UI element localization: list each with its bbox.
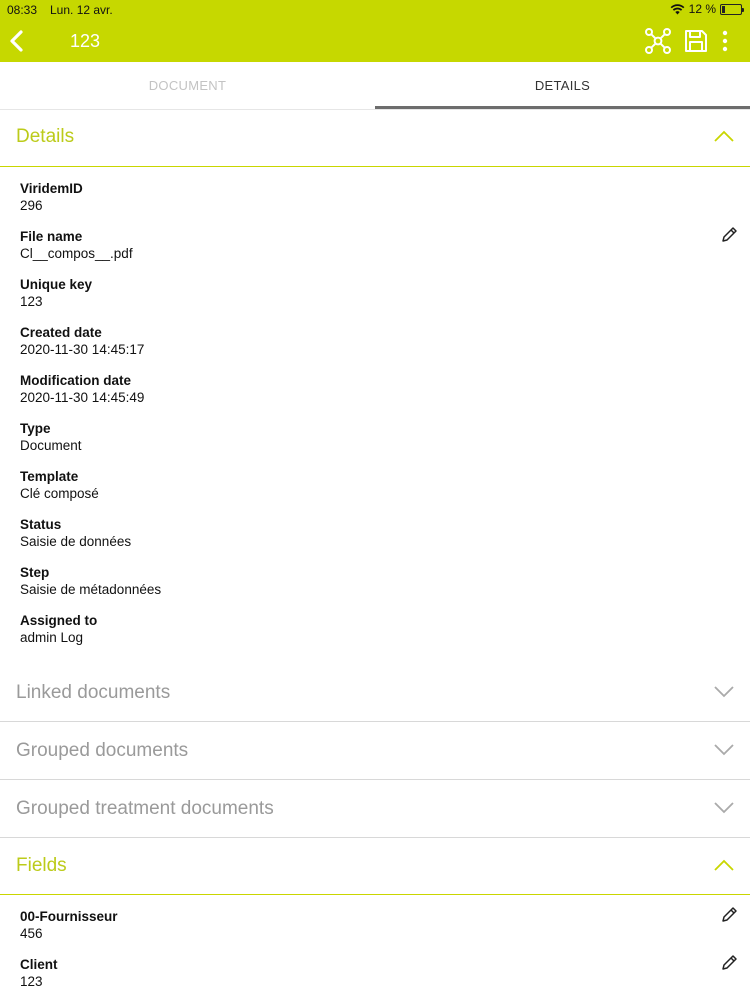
detail-label: ViridemID [20,181,83,196]
chevron-up-icon[interactable] [714,859,734,871]
detail-value: Cl__compos__.pdf [20,246,133,261]
battery-icon [720,3,744,15]
status-time: 08:33 [7,3,38,17]
chevron-down-icon[interactable] [714,686,734,698]
detail-file-name: File name Cl__compos__.pdf [20,228,133,262]
detail-value: 2020-11-30 14:45:17 [20,342,145,357]
pencil-icon[interactable] [720,226,738,244]
field-label: 00-Fournisseur [20,909,118,924]
detail-viridemid: ViridemID 296 [20,180,83,214]
detail-label: Type [20,421,51,436]
detail-value: 123 [20,294,43,309]
section-divider [0,779,750,780]
tab-bar: DOCUMENT DETAILS [0,62,750,110]
back-icon[interactable] [6,28,28,54]
tab-document[interactable]: DOCUMENT [0,62,375,110]
pencil-icon[interactable] [720,906,738,924]
fields-section-title: Fields [16,855,67,876]
detail-value: Document [20,438,82,453]
field-value: 456 [20,926,43,941]
detail-value: 2020-11-30 14:45:49 [20,390,145,405]
detail-label: Modification date [20,373,131,388]
detail-step: Step Saisie de métadonnées [20,564,161,598]
grouped-treatment-documents-section-header[interactable]: Grouped treatment documents [0,782,750,838]
detail-label: Status [20,517,62,532]
field-label: Client [20,957,58,972]
grouped-treatment-documents-title: Grouped treatment documents [16,798,274,819]
network-icon[interactable] [644,28,672,54]
field-fournisseur: 00-Fournisseur 456 [20,908,118,942]
tab-details[interactable]: DETAILS [375,62,750,110]
detail-value: admin Log [20,630,84,645]
detail-label: File name [20,229,83,244]
linked-documents-section-header[interactable]: Linked documents [0,666,750,722]
details-section-divider [0,166,750,167]
chevron-down-icon[interactable] [714,802,734,814]
details-section-header[interactable]: Details [0,110,750,166]
pencil-icon[interactable] [720,954,738,972]
detail-value: Saisie de données [20,534,132,549]
detail-assigned-to: Assigned to admin Log [20,612,97,646]
detail-value: Saisie de métadonnées [20,582,162,597]
wifi-icon [670,3,685,14]
grouped-documents-title: Grouped documents [16,740,189,761]
grouped-documents-section-header[interactable]: Grouped documents [0,724,750,780]
fields-section-header[interactable]: Fields [0,839,750,895]
field-client: Client 123 [20,956,58,990]
chevron-down-icon[interactable] [714,744,734,756]
detail-label: Created date [20,325,102,340]
detail-type: Type Document [20,420,82,454]
app-header: 08:33 Lun. 12 avr. 12 % 123 [0,0,750,62]
detail-modification-date: Modification date 2020-11-30 14:45:49 [20,372,144,406]
save-icon[interactable] [684,28,708,54]
detail-label: Assigned to [20,613,98,628]
status-date: Lun. 12 avr. [50,3,113,17]
detail-label: Template [20,469,79,484]
linked-documents-title: Linked documents [16,682,171,703]
detail-status: Status Saisie de données [20,516,131,550]
section-divider [0,837,750,838]
detail-label: Unique key [20,277,93,292]
details-section-title: Details [16,126,75,147]
more-icon[interactable] [720,28,730,54]
fields-section-divider [0,894,750,895]
battery-percent: 12 % [688,2,716,16]
detail-label: Step [20,565,50,580]
page-title: 123 [70,31,101,51]
detail-unique-key: Unique key 123 [20,276,92,310]
status-indicators: 12 % [670,2,744,16]
section-divider [0,721,750,722]
detail-value: Clé composé [20,486,99,501]
detail-created-date: Created date 2020-11-30 14:45:17 [20,324,144,358]
field-value: 123 [20,974,43,989]
detail-template: Template Clé composé [20,468,99,502]
chevron-up-icon[interactable] [714,130,734,142]
detail-value: 296 [20,198,43,213]
